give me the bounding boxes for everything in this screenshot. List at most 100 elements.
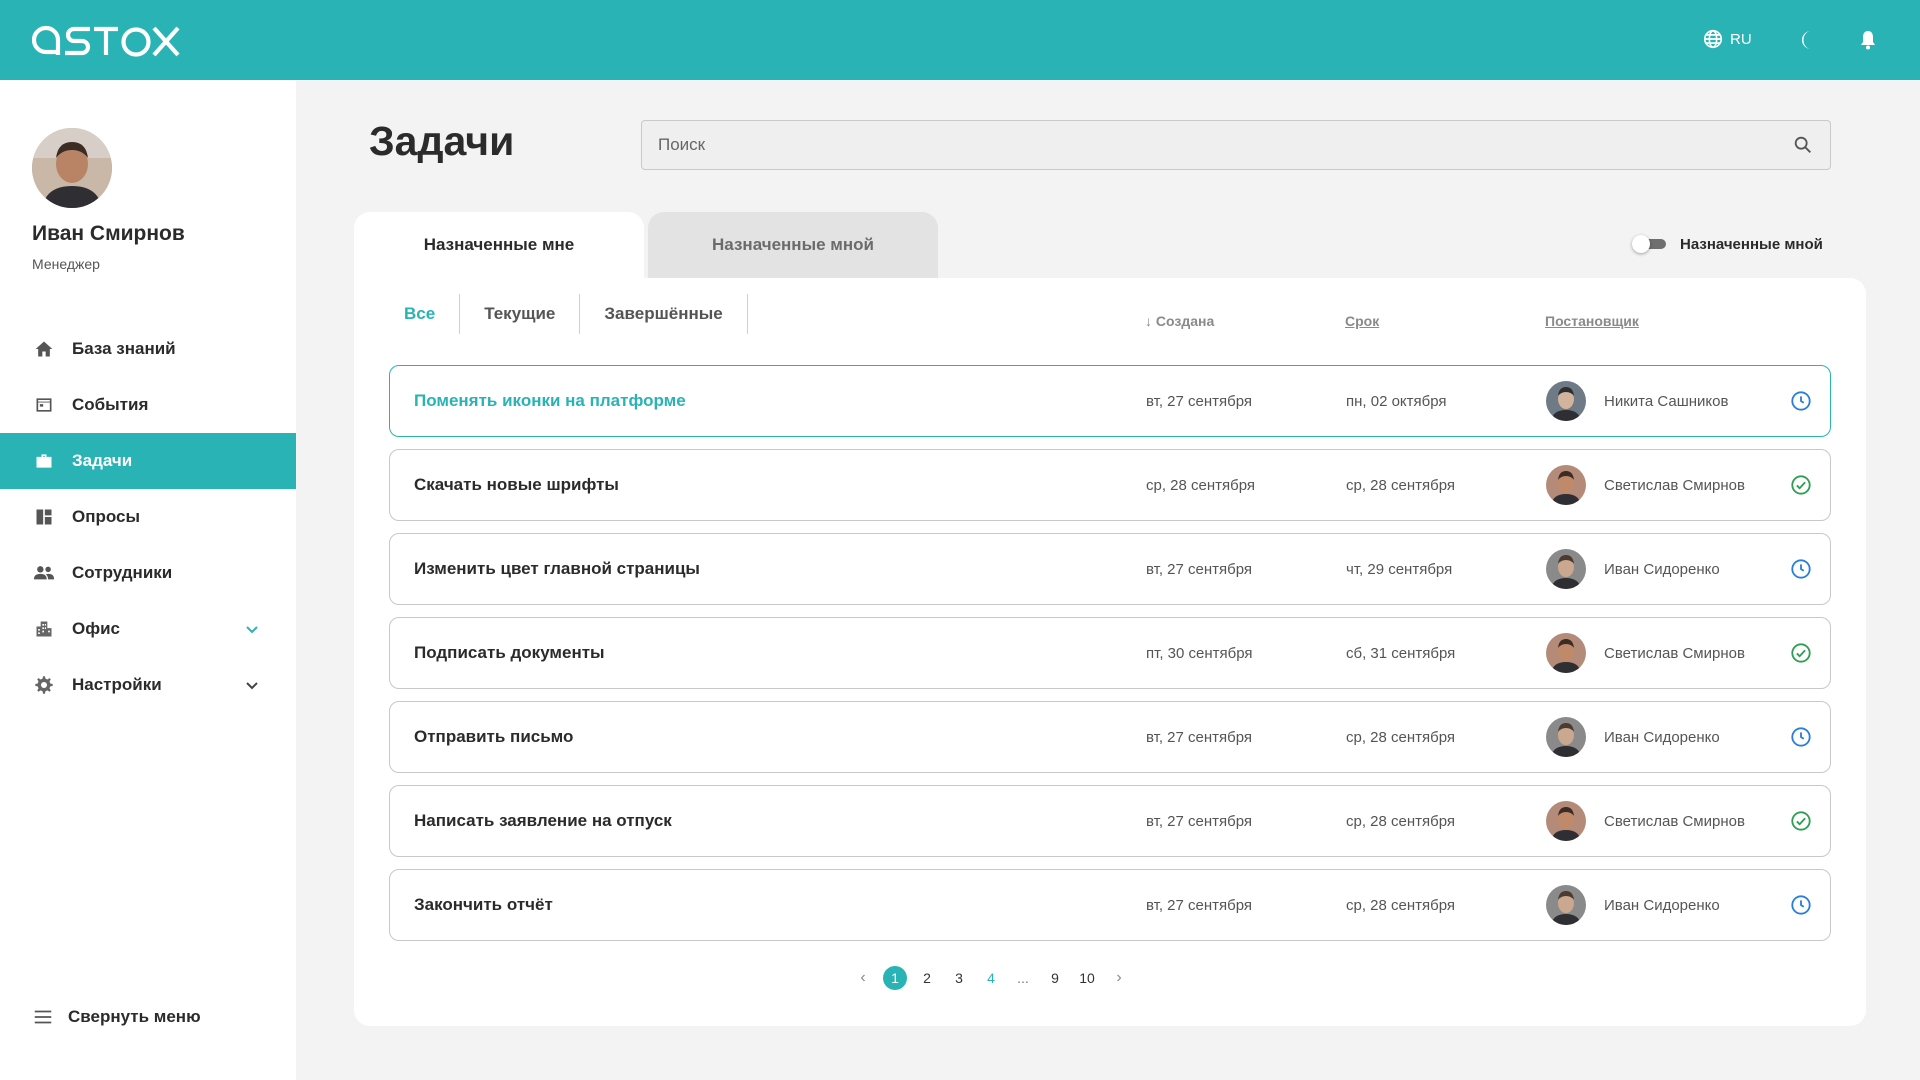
task-row[interactable]: Закончить отчёт вт, 27 сентября ср, 28 сен… bbox=[389, 869, 1831, 941]
language-switcher[interactable]: RU bbox=[1702, 28, 1752, 50]
clock-icon bbox=[1790, 390, 1812, 412]
filter-completed[interactable]: Завершённые bbox=[580, 294, 748, 334]
assigner-avatar bbox=[1546, 885, 1586, 925]
task-due-date: ср, 28 сентября bbox=[1346, 476, 1456, 494]
assigner-name: Иван Сидоренко bbox=[1604, 896, 1720, 914]
assigned-by-me-switch[interactable]: Назначенные мной bbox=[1632, 235, 1823, 253]
sidebar: Иван Смирнов Менеджер База знаний Событи… bbox=[0, 80, 296, 1080]
next-page-icon[interactable]: › bbox=[1107, 966, 1131, 990]
task-title[interactable]: Отправить письмо bbox=[414, 727, 573, 747]
column-created[interactable]: ↓ Создана bbox=[1145, 313, 1214, 329]
sidebar-item-employees[interactable]: Сотрудники bbox=[0, 545, 296, 601]
task-created-date: пт, 30 сентября bbox=[1146, 644, 1253, 662]
gear-icon bbox=[32, 673, 56, 697]
task-row[interactable]: Поменять иконки на платформе вт, 27 сентя… bbox=[389, 365, 1831, 437]
check-circle-icon bbox=[1790, 474, 1812, 496]
sidebar-item-label: Опросы bbox=[72, 507, 141, 526]
collapse-menu-button[interactable]: Свернуть меню bbox=[32, 1006, 201, 1028]
task-title[interactable]: Поменять иконки на платформе bbox=[414, 391, 686, 411]
sidebar-item-surveys[interactable]: Опросы bbox=[0, 489, 296, 545]
page-button[interactable]: 2 bbox=[915, 966, 939, 990]
clock-icon bbox=[1790, 558, 1812, 580]
calendar-table-icon bbox=[32, 393, 56, 417]
page-button[interactable]: 9 bbox=[1043, 966, 1067, 990]
task-row[interactable]: Изменить цвет главной страницы вт, 27 сен… bbox=[389, 533, 1831, 605]
task-title[interactable]: Изменить цвет главной страницы bbox=[414, 559, 700, 579]
task-title[interactable]: Написать заявление на отпуск bbox=[414, 811, 672, 831]
page-button[interactable]: 1 bbox=[883, 966, 907, 990]
page-button[interactable]: 10 bbox=[1075, 966, 1099, 990]
task-row[interactable]: Скачать новые шрифты ср, 28 сентября ср, 2… bbox=[389, 449, 1831, 521]
astox-logo[interactable]: astox bbox=[32, 20, 182, 60]
assigner-avatar bbox=[1546, 801, 1586, 841]
clock-icon bbox=[1790, 894, 1812, 916]
assigner-avatar bbox=[1546, 633, 1586, 673]
sidebar-item-events[interactable]: События bbox=[0, 377, 296, 433]
pagination: ‹ 1 2 3 4... 9 10 › bbox=[354, 966, 1866, 990]
top-bar: astox RU bbox=[0, 0, 1920, 80]
tab-assigned-by-me[interactable]: Назначенные мной bbox=[648, 212, 938, 278]
chevron-down-icon[interactable] bbox=[240, 617, 264, 641]
sidebar-nav: База знаний События Задачи Опросы Сотруд… bbox=[0, 321, 296, 713]
page-button[interactable]: 3 bbox=[947, 966, 971, 990]
home-icon bbox=[32, 337, 56, 361]
search-icon[interactable] bbox=[1792, 134, 1814, 156]
chevron-down-icon[interactable] bbox=[240, 673, 264, 697]
task-due-date: сб, 31 сентября bbox=[1346, 644, 1456, 662]
bell-icon bbox=[1861, 31, 1875, 50]
task-created-date: ср, 28 сентября bbox=[1146, 476, 1256, 494]
task-due-date: ср, 28 сентября bbox=[1346, 812, 1456, 830]
people-icon bbox=[32, 561, 56, 585]
task-title[interactable]: Подписать документы bbox=[414, 643, 605, 663]
sidebar-item-label: Задачи bbox=[72, 451, 133, 470]
check-circle-icon bbox=[1790, 810, 1812, 832]
user-name: Иван Смирнов bbox=[32, 222, 185, 245]
user-photo bbox=[32, 128, 112, 208]
task-list: Поменять иконки на платформе вт, 27 сентя… bbox=[389, 365, 1831, 953]
user-role: Менеджер bbox=[32, 256, 100, 272]
tab-assigned-to-me[interactable]: Назначенные мне bbox=[354, 212, 644, 278]
task-row[interactable]: Написать заявление на отпуск вт, 27 сентя… bbox=[389, 785, 1831, 857]
toggle-switch[interactable] bbox=[1632, 235, 1668, 253]
task-title[interactable]: Закончить отчёт bbox=[414, 895, 553, 915]
task-title[interactable]: Скачать новые шрифты bbox=[414, 475, 619, 495]
task-row[interactable]: Отправить письмо вт, 27 сентября ср, 28 се… bbox=[389, 701, 1831, 773]
task-created-date: вт, 27 сентября bbox=[1146, 812, 1253, 830]
assigner-name: Светислав Смирнов bbox=[1604, 812, 1745, 830]
column-due[interactable]: Срок bbox=[1345, 313, 1379, 329]
sidebar-item-knowledge-base[interactable]: База знаний bbox=[0, 321, 296, 377]
sidebar-item-settings[interactable]: Настройки bbox=[0, 657, 296, 713]
task-due-date: ср, 28 сентября bbox=[1346, 728, 1456, 746]
search-input[interactable] bbox=[658, 135, 1792, 155]
page-title: Задачи bbox=[369, 118, 515, 164]
task-due-date: чт, 29 сентября bbox=[1346, 560, 1453, 578]
dark-mode-toggle[interactable] bbox=[1796, 28, 1820, 52]
task-created-date: вт, 27 сентября bbox=[1146, 560, 1253, 578]
check-circle-icon bbox=[1790, 642, 1812, 664]
filter-current[interactable]: Текущие bbox=[460, 294, 581, 334]
user-avatar[interactable] bbox=[32, 128, 112, 208]
assigner-avatar bbox=[1546, 549, 1586, 589]
status-filters: Все Текущие Завершённые bbox=[384, 294, 748, 334]
assigner-avatar bbox=[1546, 381, 1586, 421]
filter-all[interactable]: Все bbox=[384, 294, 461, 334]
task-due-date: ср, 28 сентября bbox=[1346, 896, 1456, 914]
sidebar-item-label: Сотрудники bbox=[72, 563, 173, 582]
sidebar-item-label: Офис bbox=[72, 619, 121, 638]
page-button[interactable]: 4 bbox=[979, 966, 1003, 990]
task-row[interactable]: Подписать документы пт, 30 сентября сб, 31… bbox=[389, 617, 1831, 689]
task-created-date: вт, 27 сентября bbox=[1146, 392, 1253, 410]
building-icon bbox=[32, 617, 56, 641]
task-created-date: вт, 27 сентября bbox=[1146, 896, 1253, 914]
sidebar-item-tasks[interactable]: Задачи bbox=[0, 433, 296, 489]
moon-icon bbox=[1801, 31, 1811, 49]
prev-page-icon[interactable]: ‹ bbox=[851, 966, 875, 990]
tasks-card: Все Текущие Завершённые ↓ Создана Срок П… bbox=[354, 278, 1866, 1026]
assigner-avatar bbox=[1546, 465, 1586, 505]
sidebar-item-office[interactable]: Офис bbox=[0, 601, 296, 657]
clock-icon bbox=[1790, 726, 1812, 748]
column-assigner[interactable]: Постановщик bbox=[1545, 313, 1639, 329]
assigner-name: Иван Сидоренко bbox=[1604, 560, 1720, 578]
assigner-name: Никита Сашников bbox=[1604, 392, 1729, 410]
notifications-button[interactable] bbox=[1856, 28, 1880, 52]
